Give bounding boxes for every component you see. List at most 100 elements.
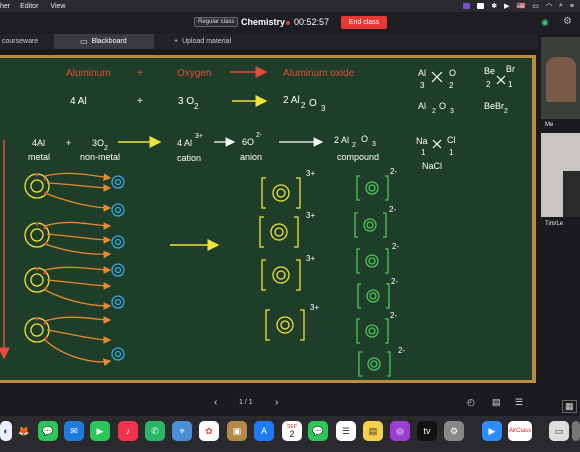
recording-dot-icon [286,21,290,25]
row2-al2o3-o: O [309,98,317,109]
row2-al: 4 Al [70,96,87,107]
dock-preview-icon[interactable]: ▭ [549,421,569,441]
dock-maps-icon[interactable]: ⌖ [172,421,192,441]
row2-o-sub: 2 [194,102,199,111]
class-timer: 00:52:57 [294,17,330,27]
video-tile-tim[interactable] [541,133,580,217]
tab-blackboard-label: Blackboard [91,38,127,45]
page-indicator: 1 / 1 [239,399,253,406]
end-class-button[interactable]: End class [341,16,387,29]
side-nacl: NaCl [422,161,442,171]
video-label-me-text: Me [545,122,554,128]
electron-transfer-arrows [44,172,112,367]
video-tile-me[interactable]: Me [541,37,580,119]
side-be: Be [484,66,495,76]
dock-firefox-icon[interactable]: 🦊 [14,421,34,441]
menu-view[interactable]: View [50,3,65,10]
dock-airclass-icon[interactable]: AirClass [508,421,532,441]
side-al-sub: 3 [420,81,425,90]
row3-o-sub: 2 [104,145,108,152]
dock-chat-icon[interactable]: 💬 [308,421,328,441]
app-status-icon[interactable] [463,3,471,9]
battery-icon[interactable]: ▭ [532,2,539,10]
dock-podcasts-icon[interactable]: ◎ [390,421,410,441]
screen-icon[interactable] [477,3,485,9]
label-anion: anion [240,152,262,162]
side-o: O [449,68,456,78]
video-area-empty [541,232,580,392]
class-type-badge: Regular class [194,17,239,27]
dock-trash-icon[interactable] [572,421,580,441]
calendar-day: 2 [289,429,295,439]
side-al2o3: Al [418,101,426,111]
page-controls: ‹ 1 / 1 › ◴ ▤ ☰ [0,392,538,414]
next-page-icon[interactable]: › [275,397,278,408]
side-br: Br [506,64,515,74]
menu-app[interactable]: her [0,3,10,10]
chat-icon[interactable]: ▤ [492,397,501,408]
cation-charge-1: 3+ [306,169,315,178]
side-al2o3-sub1: 2 [432,108,436,115]
word-aluminum-oxide: Aluminum oxide [283,68,355,79]
control-center-icon[interactable]: ≡ [570,3,574,10]
dock-tv-icon[interactable]: tv [417,421,437,441]
side-al: Al [418,68,426,78]
dock-photos-icon[interactable]: ✿ [199,421,219,441]
wifi-menubar-icon[interactable]: ◠ [546,2,552,10]
word-oxygen: Oxygen [177,68,211,79]
dock-settings-icon[interactable]: ⚙ [444,421,464,441]
aluminum-atoms [24,173,50,343]
dock-notes-icon[interactable]: ▤ [363,421,383,441]
dock-notes-app-icon[interactable]: ▣ [227,421,247,441]
label-metal: metal [28,152,50,162]
dock-reminders-icon[interactable]: ☰ [336,421,356,441]
play-icon[interactable]: ▶ [504,2,509,10]
label-non-metal: non-metal [80,152,120,162]
side-na: Na [416,136,428,146]
tab-blackboard[interactable]: ▭ Blackboard [54,34,154,49]
side-cl: Cl [447,135,456,145]
search-menubar-icon[interactable]: ⌕ [559,2,563,10]
dock-whatsapp-icon[interactable]: ✆ [145,421,165,441]
anion-charge-1: 2- [390,167,397,176]
row2-o-sub3: 3 [321,104,326,113]
row3-compound-sub2: 3 [372,141,376,148]
tab-upload-material[interactable]: + Upload material [170,34,284,49]
dock-facetime-icon[interactable]: ▶ [90,421,110,441]
anion-charge-5: 2- [390,311,397,320]
menu-bar: her Editor View ✱ ▶ 🇺🇸 ▭ ◠ ⌕ ≡ [0,0,580,12]
participant-video [546,57,576,102]
dock-app-store-icon[interactable]: A [254,421,274,441]
tab-courseware[interactable]: courseware [0,34,52,49]
dock-messages-icon[interactable]: 💬 [38,421,58,441]
side-bebr-sub: 2 [504,108,508,115]
side-be-sub: 2 [486,80,491,89]
row2-plus: + [137,96,143,107]
word-aluminum: Aluminum [66,68,110,79]
anion-charge-2: 2- [389,205,396,214]
side-br-sub: 1 [508,80,513,89]
row2-al2o3: 2 Al [283,95,300,106]
row3-compound-sub1: 2 [352,142,356,149]
language-flag-icon[interactable]: 🇺🇸 [517,2,526,10]
settings-gear-icon[interactable]: ⚙ [563,16,572,27]
row2-al-sub: 2 [301,101,306,110]
class-title: Chemistry [241,17,286,27]
dock-zoom-icon[interactable]: ▶ [482,421,502,441]
blackboard-canvas[interactable]: Aluminum + Oxygen Aluminum oxide 4 Al + … [0,58,532,380]
prev-page-icon[interactable]: ‹ [214,397,217,408]
tab-courseware-label: courseware [2,38,39,45]
menu-editor[interactable]: Editor [20,3,38,10]
dock-calendar-icon[interactable]: SEP 2 [282,421,302,441]
row3-al: 4Al [32,138,45,148]
dock-music-icon[interactable]: ♪ [118,421,138,441]
blackboard-drawing: Aluminum + Oxygen Aluminum oxide 4 Al + … [0,64,515,377]
dock-mail-icon[interactable]: ✉ [64,421,84,441]
dock-partial-app-icon[interactable]: ◐ [0,421,12,441]
bluetooth-icon[interactable]: ✱ [491,2,497,10]
timer-tool-icon[interactable]: ◴ [467,397,475,408]
layout-toggle-icon[interactable]: ▦ [562,400,577,413]
more-tools-icon[interactable]: ☰ [515,397,523,408]
row3-cation: 4 Al [177,138,192,148]
side-bebr: BeBr [484,101,504,111]
